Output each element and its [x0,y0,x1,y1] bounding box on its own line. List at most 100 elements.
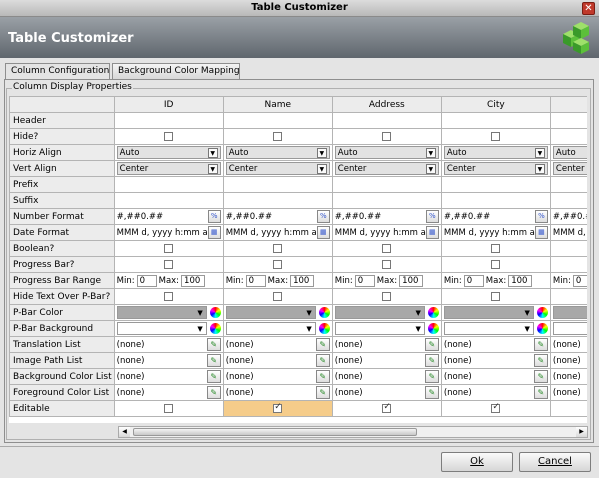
checkbox[interactable] [273,131,283,141]
number-format-value[interactable]: #,##0.## [117,212,163,222]
edit-list-icon[interactable]: ✎ [533,338,548,351]
color-wheel-icon[interactable] [209,307,221,318]
edit-list-icon[interactable]: ✎ [315,386,330,399]
suffix-cell[interactable] [222,192,333,209]
edit-list-icon[interactable]: ✎ [206,386,221,399]
checkbox[interactable] [164,259,174,269]
edit-list-icon[interactable]: ✎ [206,370,221,383]
edit-list-icon[interactable]: ✎ [315,370,330,383]
horiz-align-combo[interactable]: Auto▼ [334,146,439,159]
calendar-icon[interactable]: ▦ [425,226,439,239]
checkbox[interactable] [491,259,501,269]
chevron-down-icon[interactable]: ▼ [316,147,327,158]
header-cell[interactable] [549,112,587,129]
color-wheel-icon[interactable] [536,307,548,318]
color-dropdown[interactable]: ▼ [443,322,534,335]
scroll-left-icon[interactable]: ◀ [119,427,130,437]
header-cell[interactable] [113,112,224,129]
checkbox[interactable] [491,291,501,301]
column-header[interactable]: City [440,96,551,113]
color-dropdown[interactable]: ▼ [225,306,316,319]
horizontal-scrollbar[interactable]: ◀ ▶ [118,426,588,438]
max-input[interactable]: 100 [508,274,533,287]
editable-checkbox[interactable] [382,402,392,413]
date-format-value[interactable]: MMM d, yyyy h:mm a [117,228,208,238]
edit-list-icon[interactable]: ✎ [533,386,548,399]
edit-list-icon[interactable]: ✎ [206,354,221,367]
edit-list-icon[interactable]: ✎ [424,338,439,351]
edit-list-icon[interactable]: ✎ [533,354,548,367]
suffix-cell[interactable] [331,192,442,209]
edit-list-icon[interactable]: ✎ [533,370,548,383]
color-wheel-icon[interactable] [318,323,330,334]
chevron-down-icon[interactable]: ▼ [425,163,436,174]
column-header[interactable]: Name [222,96,333,113]
color-dropdown[interactable]: ▼ [334,322,425,335]
scroll-thumb[interactable] [133,428,417,436]
chevron-down-icon[interactable]: ▼ [425,147,436,158]
column-header[interactable]: ID [113,96,224,113]
min-input[interactable]: 0 [463,274,484,287]
chevron-down-icon[interactable]: ▼ [207,147,218,158]
editable-checkbox[interactable] [273,402,283,413]
prefix-cell[interactable] [440,176,551,193]
format-picker-icon[interactable]: % [207,210,221,223]
max-input[interactable]: 100 [181,274,206,287]
edit-list-icon[interactable]: ✎ [424,370,439,383]
tab-column-configuration[interactable]: Column Configuration [5,63,110,80]
format-picker-icon[interactable]: % [534,210,548,223]
suffix-cell[interactable] [440,192,551,209]
checkbox[interactable] [164,243,174,253]
prefix-cell[interactable] [331,176,442,193]
checkbox[interactable] [164,291,174,301]
calendar-icon[interactable]: ▦ [316,226,330,239]
horiz-align-combo[interactable]: Auto▼ [443,146,548,159]
horiz-align-combo[interactable]: Auto▼ [552,146,587,159]
number-format-value[interactable]: #,##0.## [553,212,587,222]
checkbox[interactable] [491,243,501,253]
checkbox[interactable] [273,243,283,253]
number-format-value[interactable]: #,##0.## [444,212,490,222]
scroll-right-icon[interactable]: ▶ [576,427,587,437]
calendar-icon[interactable]: ▦ [207,226,221,239]
header-cell[interactable] [440,112,551,129]
date-format-value[interactable]: MMM d, yyyy h:mm a [553,228,587,238]
vert-align-combo[interactable]: Center▼ [334,162,439,175]
editable-checkbox[interactable] [491,402,501,413]
max-input[interactable]: 100 [399,274,424,287]
prefix-cell[interactable] [222,176,333,193]
min-input[interactable]: 0 [136,274,157,287]
color-dropdown[interactable]: ▼ [334,306,425,319]
color-dropdown[interactable]: ▼ [552,322,587,335]
edit-list-icon[interactable]: ✎ [424,386,439,399]
min-input[interactable]: 0 [245,274,266,287]
checkbox[interactable] [382,131,392,141]
color-wheel-icon[interactable] [427,307,439,318]
color-dropdown[interactable]: ▼ [225,322,316,335]
cancel-button[interactable]: Cancel [519,452,591,472]
number-format-value[interactable]: #,##0.## [226,212,272,222]
vert-align-combo[interactable]: Center▼ [443,162,548,175]
format-picker-icon[interactable]: % [316,210,330,223]
checkbox[interactable] [382,259,392,269]
vert-align-combo[interactable]: Center▼ [225,162,330,175]
checkbox[interactable] [382,291,392,301]
prefix-cell[interactable] [549,176,587,193]
color-wheel-icon[interactable] [318,307,330,318]
chevron-down-icon[interactable]: ▼ [534,163,545,174]
color-wheel-icon[interactable] [536,323,548,334]
horiz-align-combo[interactable]: Auto▼ [116,146,221,159]
ok-button[interactable]: Ok [441,452,513,472]
max-input[interactable]: 100 [290,274,315,287]
edit-list-icon[interactable]: ✎ [315,354,330,367]
color-dropdown[interactable]: ▼ [552,306,587,319]
color-wheel-icon[interactable] [427,323,439,334]
date-format-value[interactable]: MMM d, yyyy h:mm a [226,228,317,238]
column-header[interactable]: Sta [549,96,587,113]
color-dropdown[interactable]: ▼ [116,322,207,335]
edit-list-icon[interactable]: ✎ [315,338,330,351]
vert-align-combo[interactable]: Center▼ [552,162,587,175]
color-wheel-icon[interactable] [209,323,221,334]
date-format-value[interactable]: MMM d, yyyy h:mm a [444,228,535,238]
edit-list-icon[interactable]: ✎ [424,354,439,367]
